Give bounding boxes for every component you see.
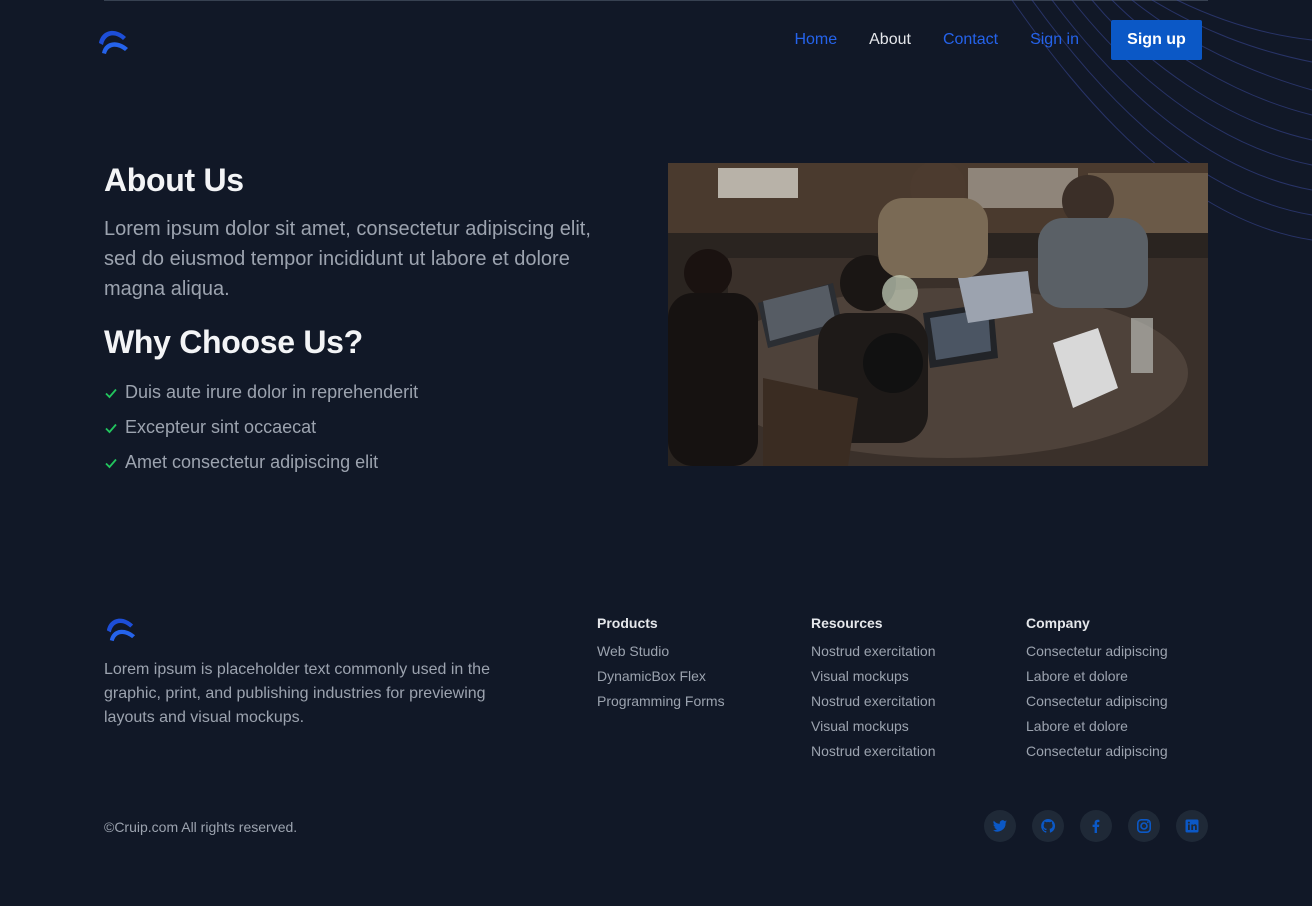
facebook-link[interactable] xyxy=(1080,810,1112,842)
footer-column-resources: Resources Nostrud exercitation Visual mo… xyxy=(811,614,936,764)
check-icon xyxy=(105,388,117,398)
feature-item: Excepteur sint occaecat xyxy=(104,410,604,445)
feature-text: Amet consectetur adipiscing elit xyxy=(125,452,379,472)
about-paragraph: Lorem ipsum dolor sit amet, consectetur … xyxy=(104,218,591,300)
nav-about-link[interactable]: About xyxy=(869,20,911,60)
main-nav: Home About Contact Sign in Sign up xyxy=(762,20,1202,60)
footer-link[interactable]: DynamicBox Flex xyxy=(597,664,725,689)
about-title: About Us xyxy=(104,162,244,198)
footer-link[interactable]: Visual mockups xyxy=(811,714,936,739)
logo-icon[interactable] xyxy=(96,23,130,57)
footer-column-title: Resources xyxy=(811,615,883,631)
twitter-link[interactable] xyxy=(984,810,1016,842)
social-links xyxy=(968,810,1208,842)
footer-link[interactable]: Programming Forms xyxy=(597,689,725,714)
footer-link[interactable]: Visual mockups xyxy=(811,664,936,689)
linkedin-link[interactable] xyxy=(1176,810,1208,842)
feature-text: Excepteur sint occaecat xyxy=(125,417,317,437)
nav-contact-link[interactable]: Contact xyxy=(943,20,998,60)
footer-link[interactable]: Nostrud exercitation xyxy=(811,689,936,714)
footer-link[interactable]: Consectetur adipiscing xyxy=(1026,739,1168,764)
footer-description: Lorem ipsum is placeholder text commonly… xyxy=(104,661,490,726)
footer-column-title: Company xyxy=(1026,615,1090,631)
twitter-icon xyxy=(992,820,1007,832)
footer-column-company: Company Consectetur adipiscing Labore et… xyxy=(1026,614,1168,764)
instagram-link[interactable] xyxy=(1128,810,1160,842)
footer-column-title: Products xyxy=(597,615,658,631)
footer-column-products: Products Web Studio DynamicBox Flex Prog… xyxy=(597,614,725,714)
footer-link[interactable]: Nostrud exercitation xyxy=(811,639,936,664)
about-section: About Us Lorem ipsum dolor sit amet, con… xyxy=(104,160,604,480)
github-icon xyxy=(1041,818,1056,833)
footer-link[interactable]: Consectetur adipiscing xyxy=(1026,689,1168,714)
feature-list: Duis aute irure dolor in reprehenderit E… xyxy=(104,375,604,480)
team-photo xyxy=(668,163,1208,466)
github-link[interactable] xyxy=(1032,810,1064,842)
feature-item: Duis aute irure dolor in reprehenderit xyxy=(104,375,604,410)
why-choose-title: Why Choose Us? xyxy=(104,324,363,360)
feature-item: Amet consectetur adipiscing elit xyxy=(104,445,604,480)
footer-link[interactable]: Web Studio xyxy=(597,639,725,664)
copyright-text: ©Cruip.com All rights reserved. xyxy=(104,819,298,835)
nav-home-link[interactable]: Home xyxy=(794,20,837,60)
footer-link[interactable]: Labore et dolore xyxy=(1026,714,1168,739)
site-header: Home About Contact Sign in Sign up xyxy=(96,20,1202,60)
footer-link[interactable]: Nostrud exercitation xyxy=(811,739,936,764)
facebook-icon xyxy=(1092,819,1100,833)
instagram-icon xyxy=(1136,818,1151,833)
sign-up-button[interactable]: Sign up xyxy=(1111,20,1202,60)
top-divider xyxy=(104,0,1208,1)
check-icon xyxy=(105,458,117,468)
nav-sign-in-link[interactable]: Sign in xyxy=(1030,20,1079,60)
footer-logo-icon[interactable] xyxy=(104,611,137,644)
footer-link[interactable]: Labore et dolore xyxy=(1026,664,1168,689)
check-icon xyxy=(105,423,117,433)
linkedin-icon xyxy=(1185,819,1199,833)
footer-link[interactable]: Consectetur adipiscing xyxy=(1026,639,1168,664)
feature-text: Duis aute irure dolor in reprehenderit xyxy=(125,382,419,402)
